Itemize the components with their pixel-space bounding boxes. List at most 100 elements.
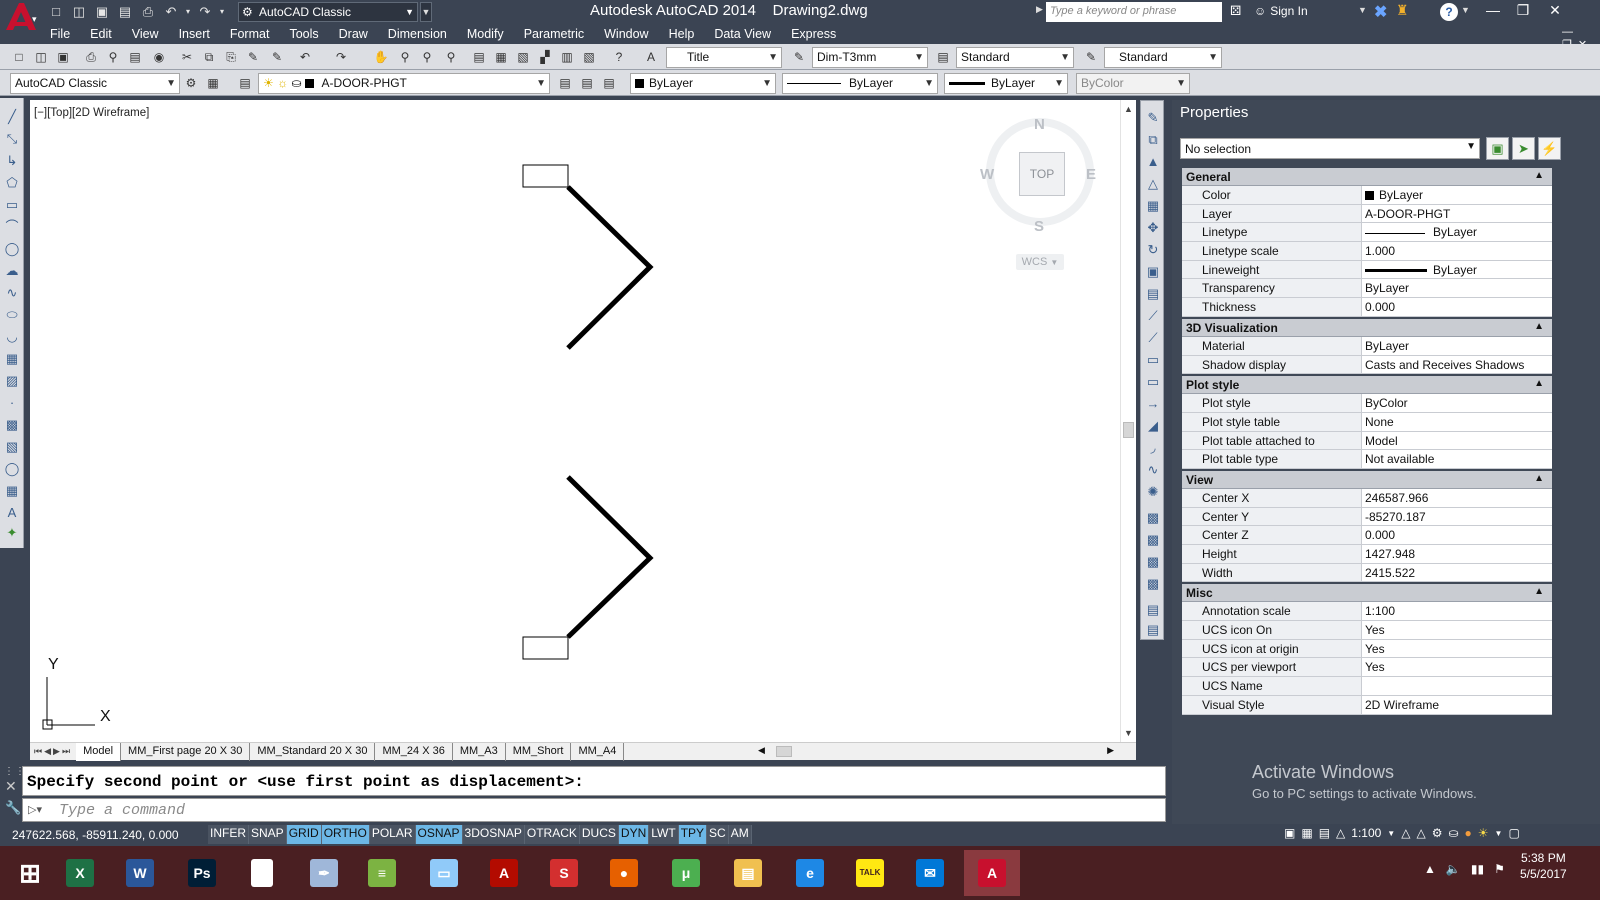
redo-dropdown-icon[interactable]: ▾ xyxy=(218,3,226,21)
selection-select[interactable]: No selection ▼ xyxy=(1180,138,1480,159)
zoom-realtime-icon[interactable]: ⚲ xyxy=(396,48,414,66)
dimension-style-icon[interactable]: ✎ xyxy=(790,48,808,66)
toggle-3dosnap[interactable]: 3DOSNAP xyxy=(462,825,525,844)
menu-help[interactable]: Help xyxy=(659,24,705,44)
property-row[interactable]: Visual Style 2D Wireframe xyxy=(1182,695,1552,715)
compass-west[interactable]: W xyxy=(980,166,994,183)
compass-east[interactable]: E xyxy=(1086,166,1096,183)
region-icon[interactable]: ◯ xyxy=(3,460,21,478)
open-icon[interactable]: ◫ xyxy=(32,48,50,66)
auto-scale-icon[interactable]: △ xyxy=(1416,826,1425,840)
spline-icon[interactable]: ∿ xyxy=(3,284,21,302)
gradient-icon[interactable]: ▧ xyxy=(3,438,21,456)
linetype-select[interactable]: ByLayer ▼ xyxy=(782,73,938,94)
property-row[interactable]: UCS icon On Yes xyxy=(1182,621,1552,640)
property-value[interactable]: 1427.948 xyxy=(1362,545,1552,563)
property-row[interactable]: UCS icon at origin Yes xyxy=(1182,639,1552,659)
scroll-thumb[interactable] xyxy=(1123,422,1134,438)
make-block-icon[interactable]: ▨ xyxy=(3,372,21,390)
save-icon[interactable]: ▣ xyxy=(92,3,112,21)
plot-icon[interactable]: ⎙ xyxy=(82,48,100,66)
gear-icon[interactable]: ⚙ xyxy=(182,74,200,92)
table-icon[interactable]: ▦ xyxy=(3,482,21,500)
menu-window[interactable]: Window xyxy=(594,24,658,44)
last-tab-icon[interactable]: ⏭ xyxy=(62,746,70,757)
taskbar-acrobat[interactable]: A xyxy=(476,850,532,896)
action-center-icon[interactable]: ⚑ xyxy=(1494,862,1505,876)
property-row[interactable]: Color ByLayer xyxy=(1182,186,1552,205)
tool-palettes-icon[interactable]: ▧ xyxy=(514,48,532,66)
property-row[interactable]: Transparency ByLayer xyxy=(1182,279,1552,299)
trim-icon[interactable]: ⟋ xyxy=(1144,307,1162,325)
exchange-x-icon[interactable]: ✖ xyxy=(1374,2,1387,22)
section-misc[interactable]: Misc ▲ xyxy=(1182,584,1552,603)
publish-icon[interactable]: ▤ xyxy=(126,48,144,66)
collapse-icon[interactable]: ▲ xyxy=(1534,321,1544,332)
menu-insert[interactable]: Insert xyxy=(169,24,220,44)
property-value[interactable]: ByLayer xyxy=(1362,186,1552,204)
wrench-icon[interactable]: 🔧 xyxy=(5,800,21,816)
property-value[interactable]: 2D Wireframe xyxy=(1362,696,1552,714)
redo-icon[interactable]: ↷ xyxy=(332,48,350,66)
block-editor-icon[interactable]: ✎ xyxy=(268,48,286,66)
toggle-snap[interactable]: SNAP xyxy=(249,825,287,844)
property-row[interactable]: Annotation scale 1:100 xyxy=(1182,602,1552,622)
property-value[interactable]: ByLayer xyxy=(1362,261,1552,279)
scroll-up-icon[interactable]: ▲ xyxy=(1124,104,1133,114)
property-row[interactable]: Plot style table None xyxy=(1182,412,1552,432)
construction-line-icon[interactable]: ⤡ xyxy=(3,130,21,148)
network-icon[interactable]: ▮▮ xyxy=(1471,862,1484,876)
toggle-ortho[interactable]: ORTHO xyxy=(321,825,370,844)
revision-cloud-icon[interactable]: ☁ xyxy=(3,262,21,280)
section-3d-visualization[interactable]: 3D Visualization ▲ xyxy=(1182,318,1552,337)
sign-in-button[interactable]: ☺ Sign In xyxy=(1254,4,1308,18)
menu-modify[interactable]: Modify xyxy=(457,24,514,44)
property-value[interactable]: Not available xyxy=(1362,450,1552,468)
menu-draw[interactable]: Draw xyxy=(329,24,378,44)
property-row[interactable]: Lineweight ByLayer xyxy=(1182,260,1552,280)
viewcube-top-face[interactable]: TOP xyxy=(1019,152,1065,196)
break-icon[interactable]: ▭ xyxy=(1144,373,1162,391)
toggle-sc[interactable]: SC xyxy=(707,825,729,844)
menu-file[interactable]: File xyxy=(40,24,80,44)
toggle-pickadd-button[interactable]: ▣ xyxy=(1486,137,1509,160)
menu-view[interactable]: View xyxy=(122,24,169,44)
zoom-previous-icon[interactable]: ⚲ xyxy=(442,48,460,66)
toggle-dyn[interactable]: DYN xyxy=(618,825,650,844)
taskbar-internet-explorer[interactable]: e xyxy=(782,850,838,896)
toggle-infer[interactable]: INFER xyxy=(208,825,249,844)
workspace-combo[interactable]: AutoCAD Classic ▼ xyxy=(10,73,180,94)
search-input[interactable]: Type a keyword or phrase xyxy=(1046,2,1222,22)
properties-icon[interactable]: ▤ xyxy=(470,48,488,66)
property-row[interactable]: UCS Name xyxy=(1182,677,1552,696)
property-value[interactable]: A-DOOR-PHGT xyxy=(1362,205,1552,223)
tab-navigation[interactable]: ⏮ ◀ ▶ ⏭ xyxy=(30,746,76,757)
scroll-thumb[interactable] xyxy=(776,746,792,757)
compass-north[interactable]: N xyxy=(1034,116,1045,133)
quick-select-button[interactable]: ⚡ xyxy=(1538,137,1561,160)
property-row[interactable]: Height 1427.948 xyxy=(1182,545,1552,564)
hatch-icon[interactable]: ▩ xyxy=(3,416,21,434)
layer-properties-icon[interactable]: ▤ xyxy=(236,74,254,92)
show-hidden-icons-icon[interactable]: ▲ xyxy=(1424,862,1436,876)
command-input[interactable]: Type a command xyxy=(22,798,1166,822)
draworder-under-icon[interactable]: ▩ xyxy=(1144,575,1162,593)
stretch-icon[interactable]: ▤ xyxy=(1144,285,1162,303)
property-value[interactable]: 0.000 xyxy=(1362,526,1552,544)
next-tab-icon[interactable]: ▶ xyxy=(53,746,60,757)
multileader-style-icon[interactable]: ✎ xyxy=(1082,48,1100,66)
property-value[interactable]: Casts and Receives Shadows xyxy=(1362,356,1552,374)
isolate-objects-icon[interactable]: ☀ xyxy=(1478,826,1489,840)
table-style-icon[interactable]: ▤ xyxy=(934,48,952,66)
property-value[interactable]: ByColor xyxy=(1362,394,1552,412)
command-line-handle[interactable]: ⋮⋮ ✕ 🔧 xyxy=(0,766,25,822)
taskbar-project-app[interactable]: ≡ xyxy=(354,850,410,896)
taskbar-blank-document[interactable] xyxy=(234,850,290,896)
section-general[interactable]: General ▲ xyxy=(1182,168,1552,186)
property-value[interactable]: Yes xyxy=(1362,658,1552,676)
toggle-otrack[interactable]: OTRACK xyxy=(524,825,580,844)
property-row[interactable]: Thickness 0.000 xyxy=(1182,298,1552,317)
property-row[interactable]: Center Z 0.000 xyxy=(1182,526,1552,545)
speaker-icon[interactable]: 🔈 xyxy=(1446,862,1461,876)
property-row[interactable]: Center Y -85270.187 xyxy=(1182,507,1552,527)
